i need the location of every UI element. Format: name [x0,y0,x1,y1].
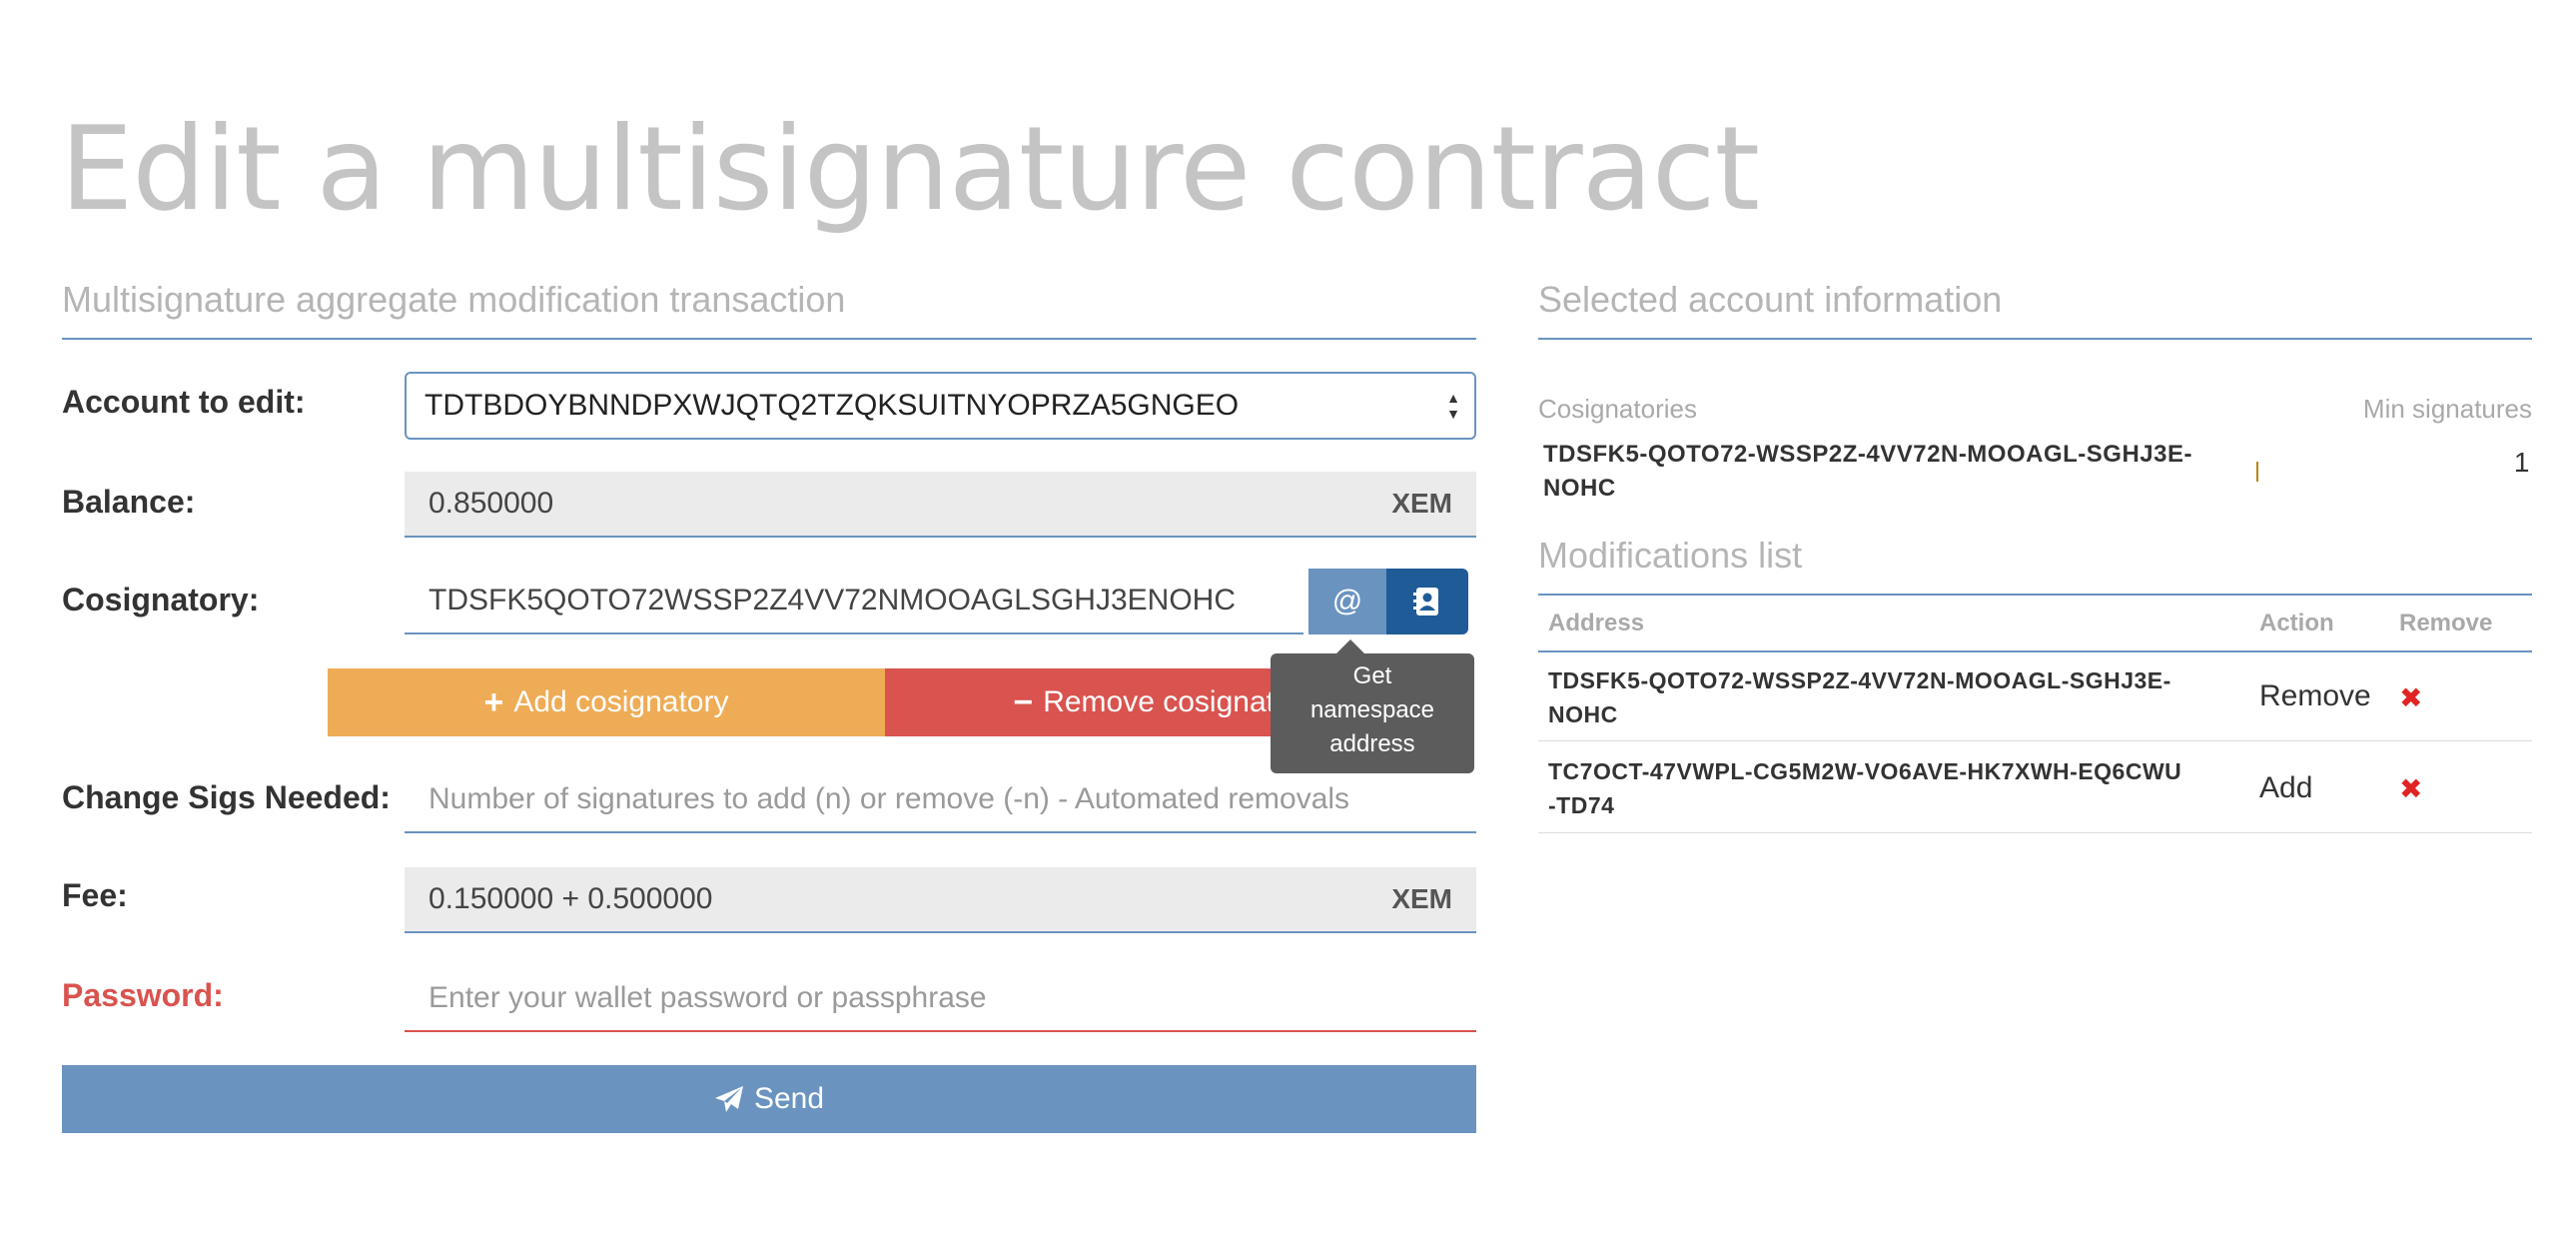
address-line: TDSFK5-QOTO72-WSSP2Z-4VV72N-MOOAGL-SGHJ3… [1548,667,2171,693]
min-signatures-value: 1 [2513,447,2530,478]
table-row-action: Remove [2259,679,2371,712]
plus-icon: + [483,682,504,721]
row-divider [1538,832,2532,833]
column-header-action: Action [2259,610,2334,636]
page-title: Edit a multisignature contract [60,102,1760,237]
form-section-divider [62,338,1476,340]
modifications-title: Modifications list [1538,535,1803,576]
modifications-divider [1538,594,2532,596]
table-row-address: TDSFK5-QOTO72-WSSP2Z-4VV72N-MOOAGL-SGHJ3… [1548,663,2247,731]
address-line: -TD74 [1548,792,1615,818]
address-book-button[interactable] [1386,569,1468,634]
namespace-tooltip: Get namespace address [1271,653,1474,773]
add-cosignatory-button[interactable]: + Add cosignatory [328,668,885,736]
tooltip-line: Get [1352,662,1392,689]
address-line: NOHC [1548,701,1618,727]
account-select[interactable]: TDTBDOYBNNDPXWJQTQ2TZQKSUITNYOPRZA5GNGEO… [405,372,1476,440]
balance-unit: XEM [1391,488,1452,519]
form-section-title: Multisignature aggregate modification tr… [62,279,846,320]
remove-row-icon[interactable]: ✖ [2399,772,2422,805]
text-cursor [2256,462,2258,482]
address-book-icon [1413,588,1438,616]
send-label: Send [753,1082,825,1115]
cosignatory-address-line: NOHC [1543,475,1616,502]
table-row-action: Add [2259,771,2313,804]
cosignatory-label: Cosignatory: [62,582,260,618]
fee-unit: XEM [1391,883,1452,914]
table-row-address: TC7OCT-47VWPL-CG5M2W-VO6AVE-HK7XWH-EQ6CW… [1548,754,2247,822]
fee-value: 0.150000 + 0.500000 [429,882,713,915]
balance-label: Balance: [62,484,196,520]
account-info-title: Selected account information [1538,279,2003,320]
tooltip-line: namespace [1309,696,1435,723]
paper-plane-icon [714,1086,743,1112]
password-placeholder: Enter your wallet password or passphrase [429,981,987,1014]
sigs-input[interactable]: Number of signatures to add (n) or remov… [405,767,1476,833]
min-signatures-header: Min signatures [2362,394,2532,424]
tooltip-arrow [1336,639,1364,653]
table-header-divider [1538,650,2532,652]
balance-field: 0.850000 XEM [405,472,1476,538]
at-icon: @ [1331,585,1363,618]
minus-icon: − [1013,682,1034,721]
cosignatory-address-line: TDSFK5-QOTO72-WSSP2Z-4VV72N-MOOAGL-SGHJ3… [1543,441,2192,468]
cosignatory-input-value: TDSFK5QOTO72WSSP2Z4VV72NMOOAGLSGHJ3ENOHC [429,584,1236,617]
row-divider [1538,740,2532,741]
column-header-address: Address [1548,610,1645,636]
account-label: Account to edit: [62,384,306,420]
add-cosignatory-label: Add cosignatory [513,685,729,718]
cosignatories-header: Cosignatories [1538,394,1697,424]
sigs-label: Change Sigs Needed: [62,779,391,815]
fee-label: Fee: [62,877,128,913]
namespace-address-button[interactable]: @ [1308,569,1386,634]
remove-row-icon[interactable]: ✖ [2399,681,2422,714]
account-select-value: TDTBDOYBNNDPXWJQTQ2TZQKSUITNYOPRZA5GNGEO [425,389,1240,422]
select-arrows-icon: ▲ ▼ [1446,390,1460,422]
tooltip-line: address [1329,730,1415,757]
fee-field: 0.150000 + 0.500000 XEM [405,867,1476,933]
password-input[interactable]: Enter your wallet password or passphrase [405,966,1476,1032]
send-button[interactable]: Send [62,1065,1476,1133]
password-label: Password: [62,977,224,1013]
column-header-remove: Remove [2399,610,2493,636]
cosignatory-input[interactable]: TDSFK5QOTO72WSSP2Z4VV72NMOOAGLSGHJ3ENOHC [405,569,1303,634]
balance-value: 0.850000 [429,487,554,520]
address-line: TC7OCT-47VWPL-CG5M2W-VO6AVE-HK7XWH-EQ6CW… [1548,758,2182,784]
cosignatory-address: TDSFK5-QOTO72-WSSP2Z-4VV72N-MOOAGL-SGHJ3… [1543,438,2192,506]
account-info-divider [1538,338,2532,340]
sigs-placeholder: Number of signatures to add (n) or remov… [429,782,1350,815]
